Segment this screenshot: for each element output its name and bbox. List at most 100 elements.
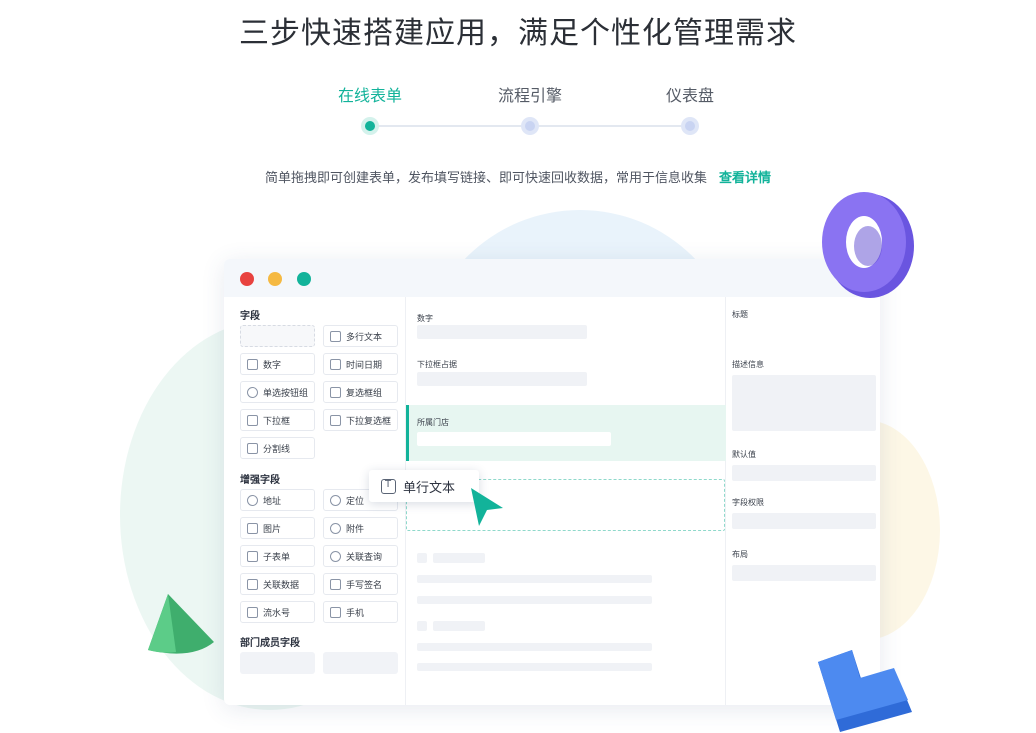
purple-ring-decoration: [822, 192, 914, 298]
window-titlebar: [224, 259, 880, 297]
number-icon: [247, 358, 258, 370]
calendar-icon: [330, 358, 341, 370]
crosshair-icon: [330, 494, 341, 506]
field-linked-data[interactable]: 关联数据: [240, 573, 315, 595]
cursor-arrow-icon: [471, 488, 503, 526]
skeleton-line-2: [417, 596, 652, 604]
field-label: 附件: [346, 524, 365, 535]
step-description: 简单拖拽即可创建表单，发布填写链接、即可快速回收数据，常用于信息收集 查看详情: [0, 167, 1036, 186]
field-label: 流水号: [263, 608, 291, 619]
field-multiline-text[interactable]: 多行文本: [323, 325, 398, 347]
blue-l-block-decoration: [818, 650, 912, 732]
section-title-fields: 字段: [240, 311, 260, 322]
checkbox-icon: [330, 386, 341, 398]
skeleton-square-2: [417, 621, 427, 631]
skeleton-square-1: [417, 553, 427, 563]
dept-field-placeholder-1: [240, 652, 315, 674]
upload-icon: [330, 522, 341, 534]
field-dropdown[interactable]: 下拉框: [240, 409, 315, 431]
field-divider[interactable]: 分割线: [240, 437, 315, 459]
canvas-input-dropdown[interactable]: [417, 372, 587, 386]
location-pin-icon: [247, 494, 258, 506]
step-dot-dashboard[interactable]: [681, 117, 699, 135]
field-dropdown-multi[interactable]: 下拉复选框: [323, 409, 398, 431]
field-label: 单选按钮组: [263, 388, 309, 399]
subform-icon: [247, 550, 258, 562]
field-serial-number[interactable]: 流水号: [240, 601, 315, 623]
dropdown-icon: [247, 414, 258, 426]
field-label: 手机: [346, 608, 365, 619]
canvas-label-dropdown: 下拉框占据: [417, 360, 457, 369]
prop-label-layout: 布局: [732, 550, 748, 559]
prop-label-description: 描述信息: [732, 360, 764, 369]
canvas-input-number[interactable]: [417, 325, 587, 339]
field-label: 地址: [263, 496, 282, 507]
skeleton-title-2: [433, 621, 485, 631]
field-image[interactable]: 图片: [240, 517, 315, 539]
search-icon: [330, 550, 341, 562]
field-label: 子表单: [263, 552, 291, 563]
field-radio-group[interactable]: 单选按钮组: [240, 381, 315, 403]
step-dot-workflow-engine[interactable]: [521, 117, 539, 135]
green-cone-decoration: [148, 594, 214, 654]
skeleton-line-3: [417, 643, 652, 651]
close-dot: [240, 272, 254, 286]
field-label: 多行文本: [346, 332, 383, 343]
dragged-field-label: 单行文本: [403, 480, 456, 496]
dept-field-placeholder-2: [323, 652, 398, 674]
field-label: 下拉框: [263, 416, 291, 427]
divider-icon: [247, 442, 258, 454]
maximize-dot: [297, 272, 311, 286]
field-label: 关联查询: [346, 552, 383, 563]
skeleton-line-1: [417, 575, 652, 583]
field-label: 下拉复选框: [346, 416, 392, 427]
image-icon: [247, 522, 258, 534]
prop-input-layout[interactable]: [732, 565, 876, 581]
phone-icon: [330, 606, 341, 618]
step-workflow-engine[interactable]: 流程引擎: [470, 82, 590, 106]
prop-input-description[interactable]: [732, 375, 876, 431]
text-field-icon: [381, 478, 396, 494]
field-datetime[interactable]: 时间日期: [323, 353, 398, 375]
canvas-label-store: 所属门店: [417, 418, 449, 427]
prop-label-default: 默认值: [732, 450, 756, 459]
prop-input-default[interactable]: [732, 465, 876, 481]
view-details-link[interactable]: 查看详情: [719, 171, 771, 186]
field-label: 时间日期: [346, 360, 383, 371]
dropdown-multi-icon: [330, 414, 341, 426]
field-phone[interactable]: 手机: [323, 601, 398, 623]
field-placeholder: [240, 325, 315, 347]
step-dashboard[interactable]: 仪表盘: [630, 82, 750, 106]
field-label: 复选框组: [346, 388, 383, 399]
description-text: 简单拖拽即可创建表单，发布填写链接、即可快速回收数据，常用于信息收集: [264, 171, 707, 186]
field-linked-query[interactable]: 关联查询: [323, 545, 398, 567]
step-online-form[interactable]: 在线表单: [310, 82, 430, 106]
form-builder-window: 字段 多行文本 数字 时间日期 单选按钮组 复选框组 下拉框 下拉复选框 分割线…: [224, 259, 880, 705]
canvas-selected-field[interactable]: 所属门店: [406, 405, 726, 461]
prop-label-title: 标题: [732, 310, 748, 319]
field-number[interactable]: 数字: [240, 353, 315, 375]
field-label: 定位: [346, 496, 365, 507]
skeleton-title-1: [433, 553, 485, 563]
field-checkbox-group[interactable]: 复选框组: [323, 381, 398, 403]
section-title-dept: 部门成员字段: [240, 638, 300, 649]
minimize-dot: [268, 272, 282, 286]
prop-input-permission[interactable]: [732, 513, 876, 529]
field-label: 数字: [263, 360, 282, 371]
field-label: 分割线: [263, 444, 291, 455]
steps-nav: 在线表单 流程引擎 仪表盘: [0, 82, 1036, 142]
field-signature[interactable]: 手写签名: [323, 573, 398, 595]
field-label: 手写签名: [346, 580, 383, 591]
radio-icon: [247, 386, 258, 398]
canvas-label-number: 数字: [417, 314, 433, 323]
dragged-field-chip[interactable]: 单行文本: [369, 470, 479, 502]
canvas-input-store[interactable]: [417, 432, 611, 446]
field-attachment[interactable]: 附件: [323, 517, 398, 539]
field-subform[interactable]: 子表单: [240, 545, 315, 567]
prop-label-permission: 字段权限: [732, 498, 764, 507]
field-label: 图片: [263, 524, 282, 535]
multiline-text-icon: [330, 330, 341, 342]
field-address[interactable]: 地址: [240, 489, 315, 511]
step-dot-online-form[interactable]: [361, 117, 379, 135]
page-headline: 三步快速搭建应用，满足个性化管理需求: [239, 16, 797, 51]
